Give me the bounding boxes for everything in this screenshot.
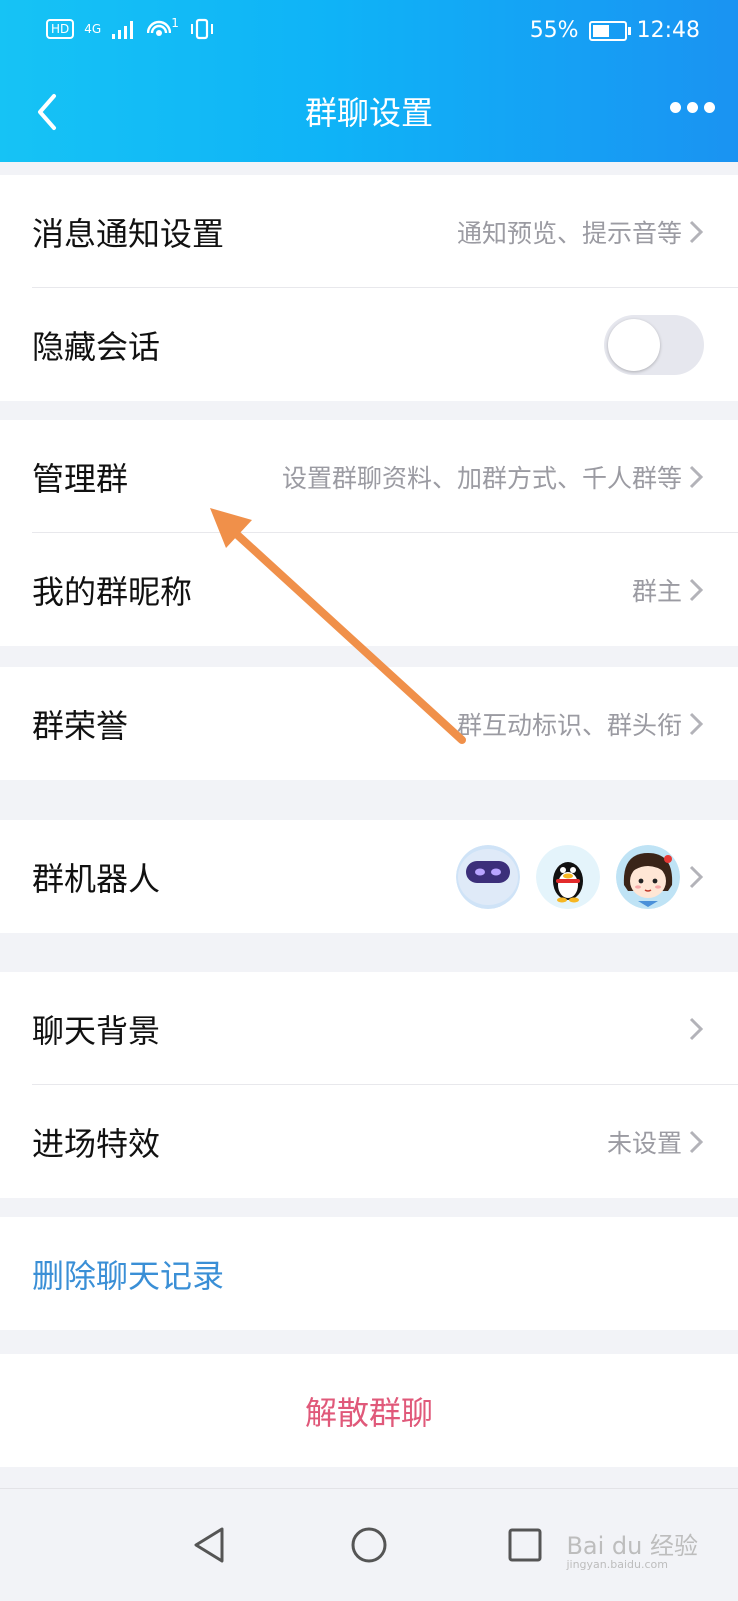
- chevron-right-icon: [689, 465, 704, 488]
- girl-avatar: [616, 844, 680, 909]
- system-nav-bar: Bai du 经验 jingyan.baidu.com: [0, 1488, 738, 1601]
- vibrate-icon: [190, 18, 213, 40]
- chevron-right-icon: [689, 1017, 704, 1040]
- network-label: 4G: [84, 22, 102, 36]
- section-delete: 删除聊天记录: [0, 1217, 738, 1330]
- section-notifications: 消息通知设置 通知预览、提示音等 隐藏会话: [0, 175, 738, 401]
- hotspot-icon: [147, 20, 172, 36]
- row-value: 未设置: [606, 1128, 682, 1158]
- row-label: 我的群昵称: [32, 572, 193, 611]
- section-honor: 群荣誉 群互动标识、群头衔: [0, 667, 738, 780]
- app-header: HD 4G 1 55% 12:48 群聊设置: [0, 0, 738, 162]
- clock: 12:48: [636, 18, 700, 43]
- hide-chat-toggle[interactable]: [604, 314, 704, 375]
- row-chat-background[interactable]: 聊天背景: [0, 972, 738, 1085]
- sim-slot: 1: [171, 16, 179, 30]
- row-manage-group[interactable]: 管理群 设置群聊资料、加群方式、千人群等: [0, 420, 738, 533]
- section-group-management: 管理群 设置群聊资料、加群方式、千人群等 我的群昵称 群主: [0, 420, 738, 646]
- row-label: 聊天背景: [32, 1011, 161, 1050]
- row-entry-effect[interactable]: 进场特效 未设置: [0, 1085, 738, 1198]
- nav-recents-icon[interactable]: [503, 1523, 547, 1567]
- signal-icon: [112, 21, 134, 39]
- toggle-knob: [608, 318, 660, 371]
- watermark-url: jingyan.baidu.com: [566, 1558, 668, 1571]
- robot-avatar: [456, 844, 520, 909]
- delete-history-button[interactable]: 删除聊天记录: [0, 1217, 738, 1330]
- section-dissolve: 解散群聊: [0, 1354, 738, 1467]
- row-group-robot[interactable]: 群机器人: [0, 820, 738, 933]
- status-bar: HD 4G 1 55% 12:48: [0, 14, 738, 48]
- chevron-right-icon: [689, 1130, 704, 1153]
- chevron-right-icon: [689, 578, 704, 601]
- row-value: 群互动标识、群头衔: [456, 710, 682, 740]
- page-title: 群聊设置: [304, 94, 433, 132]
- row-label: 隐藏会话: [32, 327, 161, 366]
- row-label: 消息通知设置: [32, 214, 225, 253]
- dissolve-group-button[interactable]: 解散群聊: [0, 1354, 738, 1467]
- row-hide-chat: 隐藏会话: [0, 288, 738, 401]
- row-label: 管理群: [32, 459, 129, 498]
- watermark-brand: Bai du 经验: [566, 1532, 698, 1560]
- row-value: 设置群聊资料、加群方式、千人群等: [281, 463, 682, 493]
- row-label: 进场特效: [32, 1124, 161, 1163]
- more-menu-icon[interactable]: [670, 102, 716, 118]
- battery-percent: 55%: [529, 18, 579, 43]
- nav-home-icon[interactable]: [347, 1523, 391, 1567]
- row-my-nickname[interactable]: 我的群昵称 群主: [0, 533, 738, 646]
- dissolve-group-label: 解散群聊: [304, 1393, 433, 1432]
- row-notification-settings[interactable]: 消息通知设置 通知预览、提示音等: [0, 175, 738, 288]
- section-chat-appearance: 聊天背景 进场特效 未设置: [0, 972, 738, 1198]
- chevron-right-icon: [689, 712, 704, 735]
- battery-fill: [592, 24, 610, 37]
- delete-history-label: 删除聊天记录: [32, 1256, 225, 1295]
- chevron-right-icon: [689, 220, 704, 243]
- battery-icon: [588, 20, 631, 41]
- row-value: 通知预览、提示音等: [456, 218, 682, 248]
- row-label: 群机器人: [32, 859, 161, 898]
- row-value: 群主: [631, 576, 682, 606]
- penguin-avatar: [536, 844, 600, 909]
- hd-badge: HD: [46, 19, 75, 39]
- row-group-honor[interactable]: 群荣誉 群互动标识、群头衔: [0, 667, 738, 780]
- baidu-watermark: Bai du 经验 jingyan.baidu.com: [566, 1533, 698, 1571]
- row-label: 群荣誉: [32, 706, 129, 745]
- chevron-right-icon: [689, 865, 704, 888]
- section-robots: 群机器人: [0, 820, 738, 933]
- nav-back-icon[interactable]: [188, 1523, 232, 1567]
